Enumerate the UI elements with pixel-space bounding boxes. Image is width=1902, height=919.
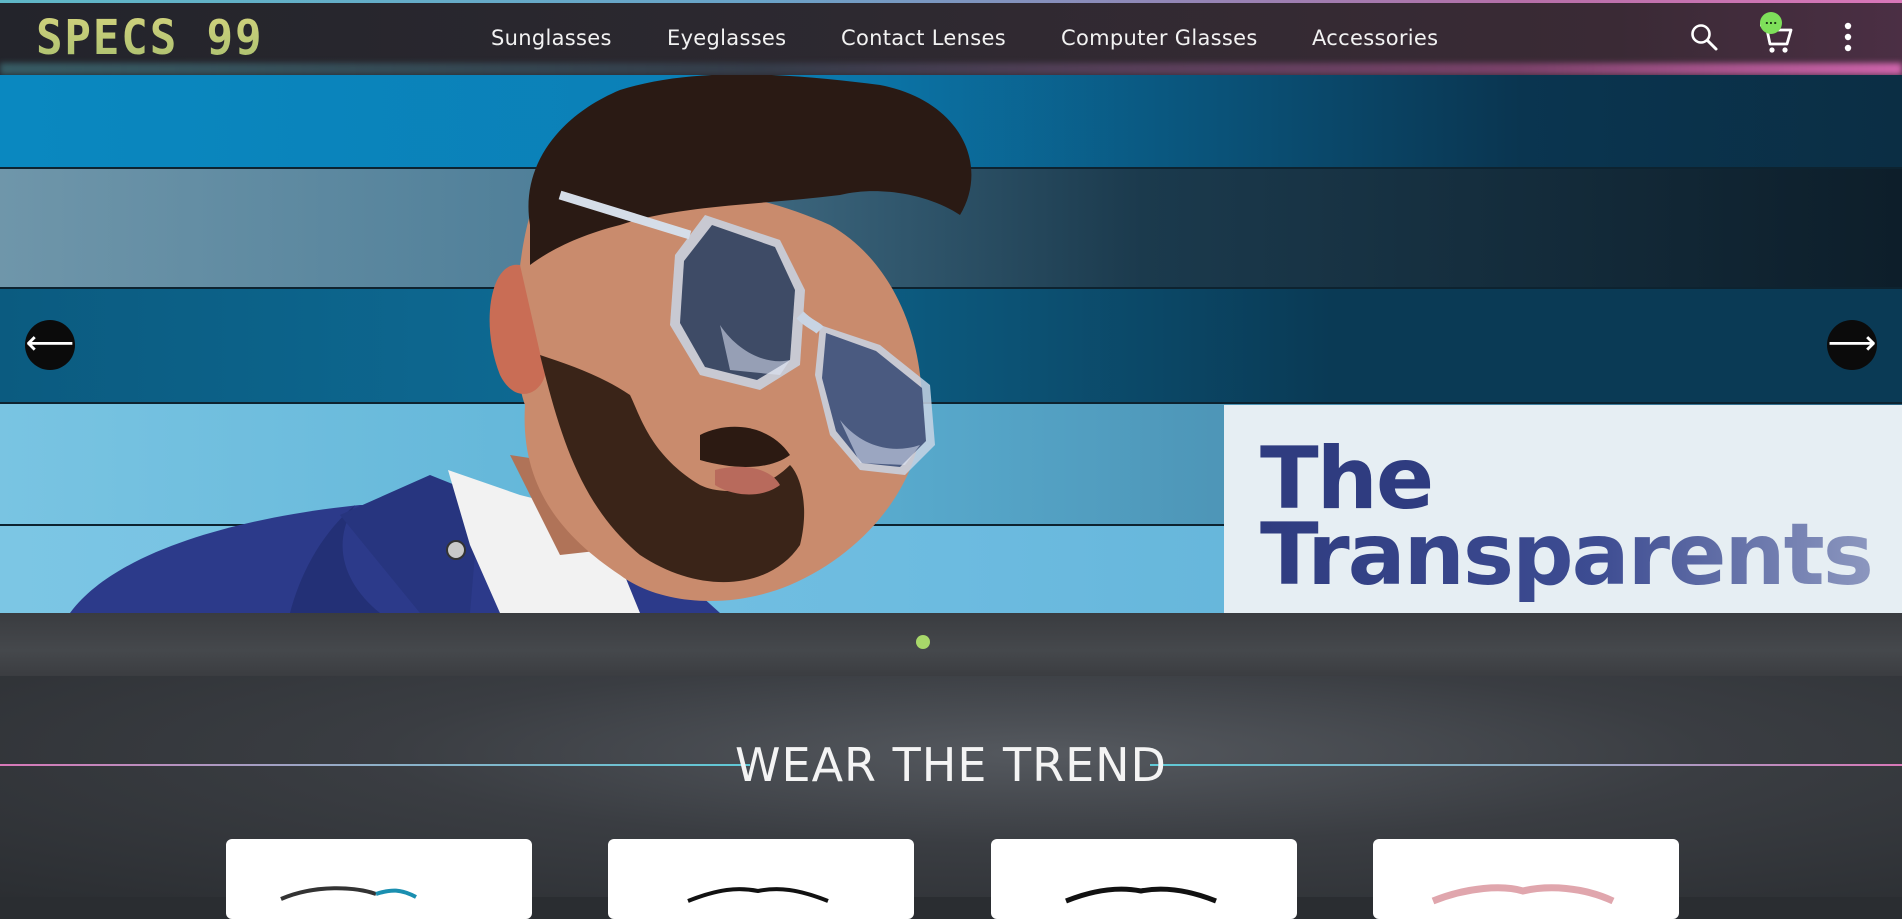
search-icon xyxy=(1691,24,1718,51)
carousel-dot-active[interactable] xyxy=(916,635,930,649)
more-menu-button[interactable] xyxy=(1836,22,1860,56)
carousel-next-button[interactable]: ⟶ xyxy=(1827,320,1877,370)
nav-computer-glasses[interactable]: Computer Glasses xyxy=(1061,26,1258,50)
arrow-left-icon: ⟵ xyxy=(25,323,75,363)
arrow-right-icon: ⟶ xyxy=(1827,323,1877,363)
glasses-thumbnail xyxy=(1431,884,1615,905)
glasses-thumbnail xyxy=(687,887,829,903)
nav-accessories[interactable]: Accessories xyxy=(1312,26,1438,50)
top-navigation-bar: SPECS 99 Sunglasses Eyeglasses Contact L… xyxy=(0,0,1902,75)
specs99-logo[interactable]: SPECS 99 xyxy=(36,6,263,66)
product-card[interactable] xyxy=(1373,839,1679,919)
nav-contact-lenses[interactable]: Contact Lenses xyxy=(841,26,1006,50)
more-vertical-icon xyxy=(1844,22,1852,52)
promo-title-line-2: Transparents xyxy=(1260,505,1874,605)
product-card[interactable] xyxy=(608,839,914,919)
cart-count-badge: ... xyxy=(1760,12,1782,34)
carousel-indicator-bar xyxy=(0,613,1902,676)
hero-carousel: The Transparents ⟵ ⟶ xyxy=(0,75,1902,613)
glasses-thumbnail xyxy=(1065,886,1217,904)
nav-eyeglasses[interactable]: Eyeglasses xyxy=(667,26,786,50)
search-button[interactable] xyxy=(1689,22,1719,56)
product-card[interactable] xyxy=(226,839,532,919)
glasses-thumbnail xyxy=(280,886,417,901)
wear-the-trend-section: WEAR THE TREND xyxy=(0,676,1902,919)
product-card[interactable] xyxy=(991,839,1297,919)
carousel-prev-button[interactable]: ⟵ xyxy=(25,320,75,370)
section-title: WEAR THE TREND xyxy=(735,738,1167,792)
nav-sunglasses[interactable]: Sunglasses xyxy=(491,26,612,50)
promo-banner[interactable]: The Transparents xyxy=(1224,405,1902,613)
